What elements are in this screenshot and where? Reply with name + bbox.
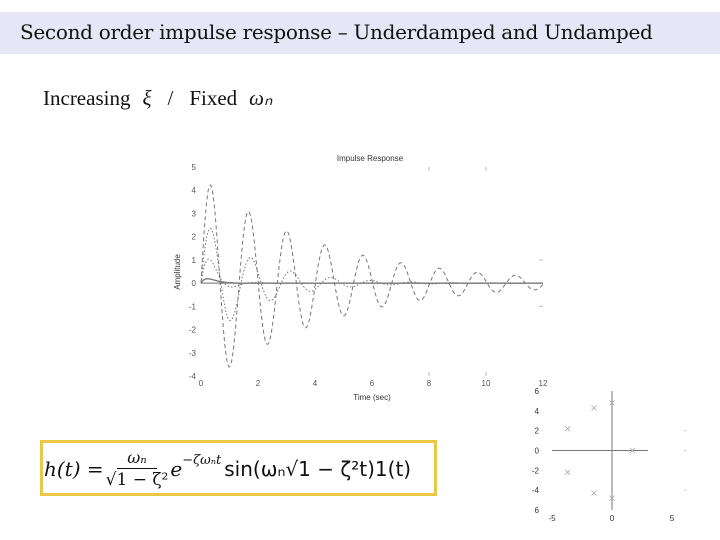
y-axis-label: Amplitude [173,254,182,290]
pz-y-tick-label: 6 [535,387,540,396]
x-tick-label: 4 [313,379,318,388]
formula-exponent: −ζωₙt [182,452,222,468]
x-tick-label: 10 [482,379,491,388]
pz-y-tick-label: -2 [532,466,540,475]
pole-marker [591,405,597,411]
pole-marker [591,490,597,496]
pz-x-tick-label: 0 [610,514,615,523]
formula-box: h(t) = ωₙ √1 − ζ² e −ζωₙt sin(ωₙ√1 − ζ²t)… [40,440,437,496]
impulse-response-formula: h(t) = ωₙ √1 − ζ² e −ζωₙt sin(ωₙ√1 − ζ²t)… [44,445,411,493]
y-tick-label: 1 [192,256,197,265]
formula-numerator: ωₙ [117,448,157,469]
pole-marker [564,425,571,432]
y-tick-label: -4 [189,372,197,381]
y-tick-label: -2 [189,326,197,335]
formula-exp-base: e [170,457,183,481]
pole-marker [564,469,571,476]
y-tick-label: 0 [192,279,197,288]
pz-y-tick-label: 0 [535,447,540,456]
chart-title: Impulse Response [337,154,404,163]
x-tick-label: 2 [256,379,261,388]
series-line-1 [200,184,544,368]
x-tick-label: 0 [199,379,204,388]
pz-y-tick-label: 6 [535,506,540,515]
formula-fraction: ωₙ √1 − ζ² [106,448,169,491]
y-tick-label: 5 [192,163,197,172]
formula-denominator: √1 − ζ² [105,469,169,490]
pole-zero-chart: 6 4 2 0 -2 -4 6 -5 0 5 [532,387,686,523]
y-tick-label: 4 [192,186,197,195]
x-tick-label: 12 [539,379,548,388]
pz-y-tick-label: 2 [535,427,540,436]
y-tick-label: 3 [192,209,197,218]
pz-y-tick-label: 4 [535,407,540,416]
x-tick-label: 6 [370,379,375,388]
formula-sin-part: sin(ωₙ√1 − ζ²t)1(t) [224,457,412,481]
pz-x-tick-label: 5 [670,514,675,523]
y-tick-label: 2 [192,233,197,242]
x-axis-label: Time (sec) [353,393,391,402]
y-tick-label: -1 [189,302,197,311]
x-tick-label: 8 [427,379,432,388]
series-line-2 [200,227,543,321]
impulse-response-chart: Impulse Response Time (sec) Amplitude 0 2 4 6 8… [173,154,548,402]
pz-y-tick-label: -4 [532,486,540,495]
formula-lhs: h(t) = [44,457,104,481]
pz-x-tick-label: -5 [548,514,556,523]
y-tick-label: -3 [189,349,197,358]
